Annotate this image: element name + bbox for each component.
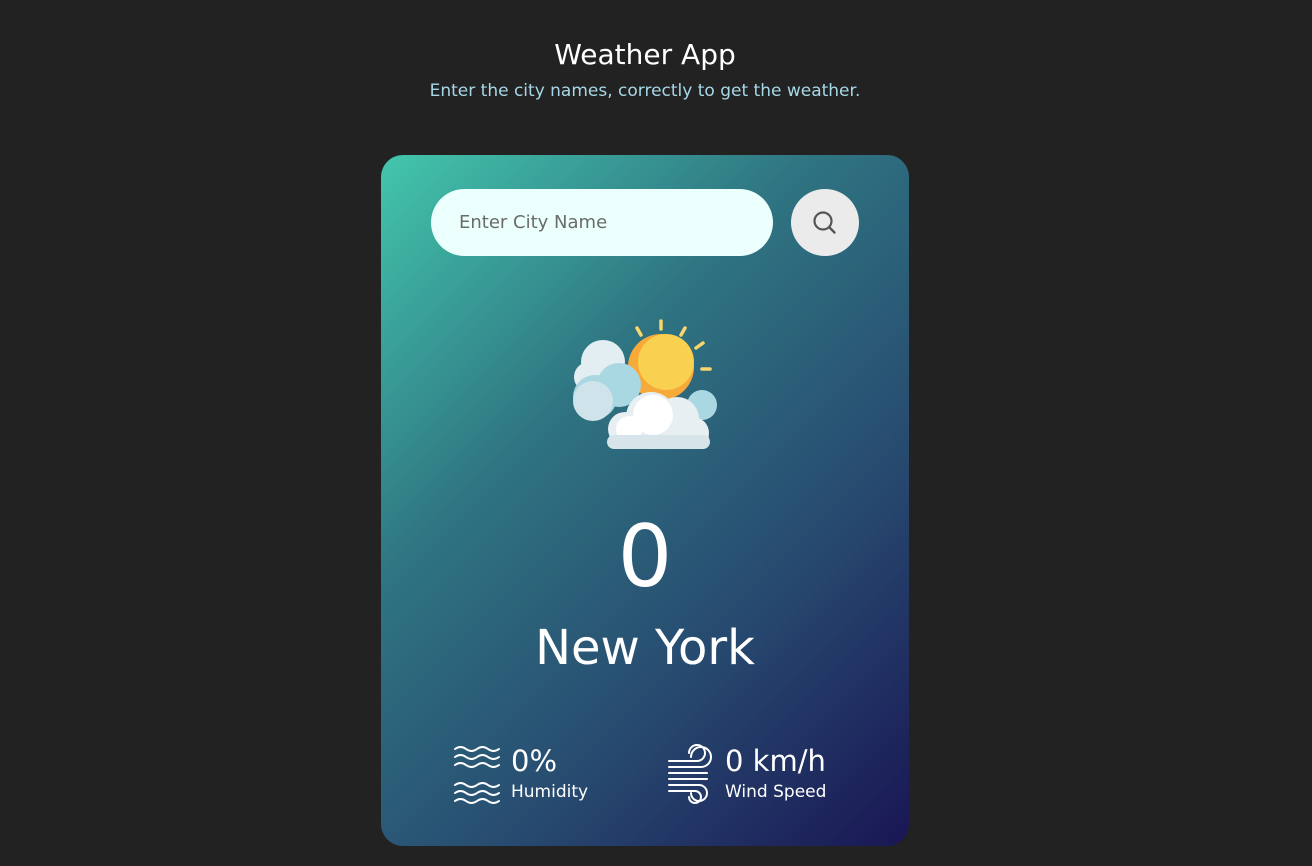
- wind-stat: 0 km/h Wind Speed: [667, 743, 826, 805]
- weather-card: 0 New York 0% Humidity: [381, 155, 909, 846]
- partly-cloudy-icon: [567, 317, 727, 457]
- humidity-waves-icon: [453, 743, 501, 805]
- search-button[interactable]: [791, 189, 859, 256]
- page-subtitle: Enter the city names, correctly to get t…: [429, 81, 861, 101]
- page-title: Weather App: [554, 38, 736, 71]
- wind-label: Wind Speed: [725, 782, 827, 802]
- page: Weather App Enter the city names, correc…: [0, 0, 1312, 866]
- humidity-label: Humidity: [511, 782, 589, 802]
- city-name: New York: [535, 620, 755, 676]
- wind-value: 0 km/h: [725, 744, 826, 778]
- temperature-value: 0: [617, 507, 673, 607]
- wind-icon: [667, 743, 715, 805]
- city-search-input[interactable]: [431, 189, 773, 256]
- humidity-value: 0%: [511, 744, 558, 778]
- humidity-stat: 0% Humidity: [453, 743, 588, 805]
- search-icon: [812, 210, 838, 236]
